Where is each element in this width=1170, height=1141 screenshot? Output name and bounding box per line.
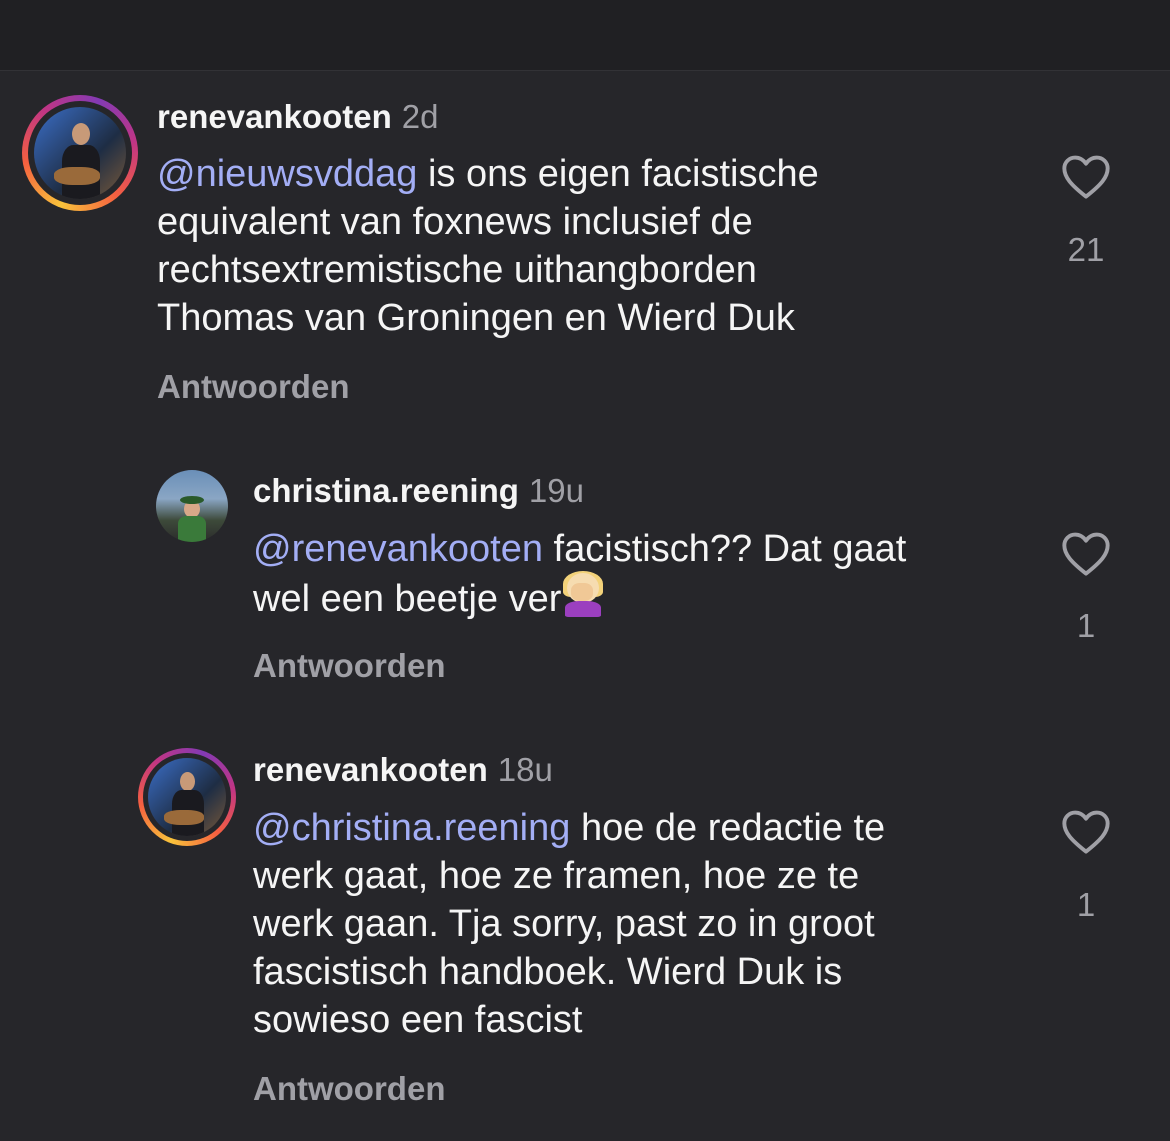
mention-link[interactable]: @nieuwsvddag xyxy=(157,153,417,195)
comment-text: @christina.reening hoe de redactie te we… xyxy=(253,807,886,1041)
reply-button[interactable]: Antwoorden xyxy=(253,647,445,685)
like-button[interactable] xyxy=(1056,152,1116,200)
like-button[interactable] xyxy=(1056,807,1116,855)
username[interactable]: christina.reening xyxy=(253,472,519,509)
like-button[interactable] xyxy=(1056,529,1116,577)
comment-text: @renevankooten facistisch?? Dat gaat wel… xyxy=(253,528,907,620)
timestamp: 2d xyxy=(401,98,439,135)
reply-button[interactable]: Antwoorden xyxy=(253,1070,445,1108)
heart-outline-icon xyxy=(1062,532,1110,576)
avatar[interactable] xyxy=(148,758,226,836)
username[interactable]: renevankooten xyxy=(157,98,392,135)
mention-link[interactable]: @christina.reening xyxy=(253,807,570,849)
like-count: 1 xyxy=(1076,607,1096,644)
like-count: 21 xyxy=(1067,231,1105,268)
avatar[interactable] xyxy=(34,107,126,199)
reply-button[interactable]: Antwoorden xyxy=(157,368,349,406)
avatar[interactable] xyxy=(156,470,228,542)
timestamp: 18u xyxy=(497,751,553,788)
comment-text: @nieuwsvddag is ons eigen facistische eq… xyxy=(157,153,819,339)
mention-link[interactable]: @renevankooten xyxy=(253,528,543,570)
top-bar xyxy=(0,0,1170,71)
heart-outline-icon xyxy=(1062,810,1110,854)
heart-outline-icon xyxy=(1062,155,1110,199)
timestamp: 19u xyxy=(528,472,584,509)
username[interactable]: renevankooten xyxy=(253,751,488,788)
like-count: 1 xyxy=(1076,886,1096,923)
face-palm-emoji xyxy=(561,571,605,617)
